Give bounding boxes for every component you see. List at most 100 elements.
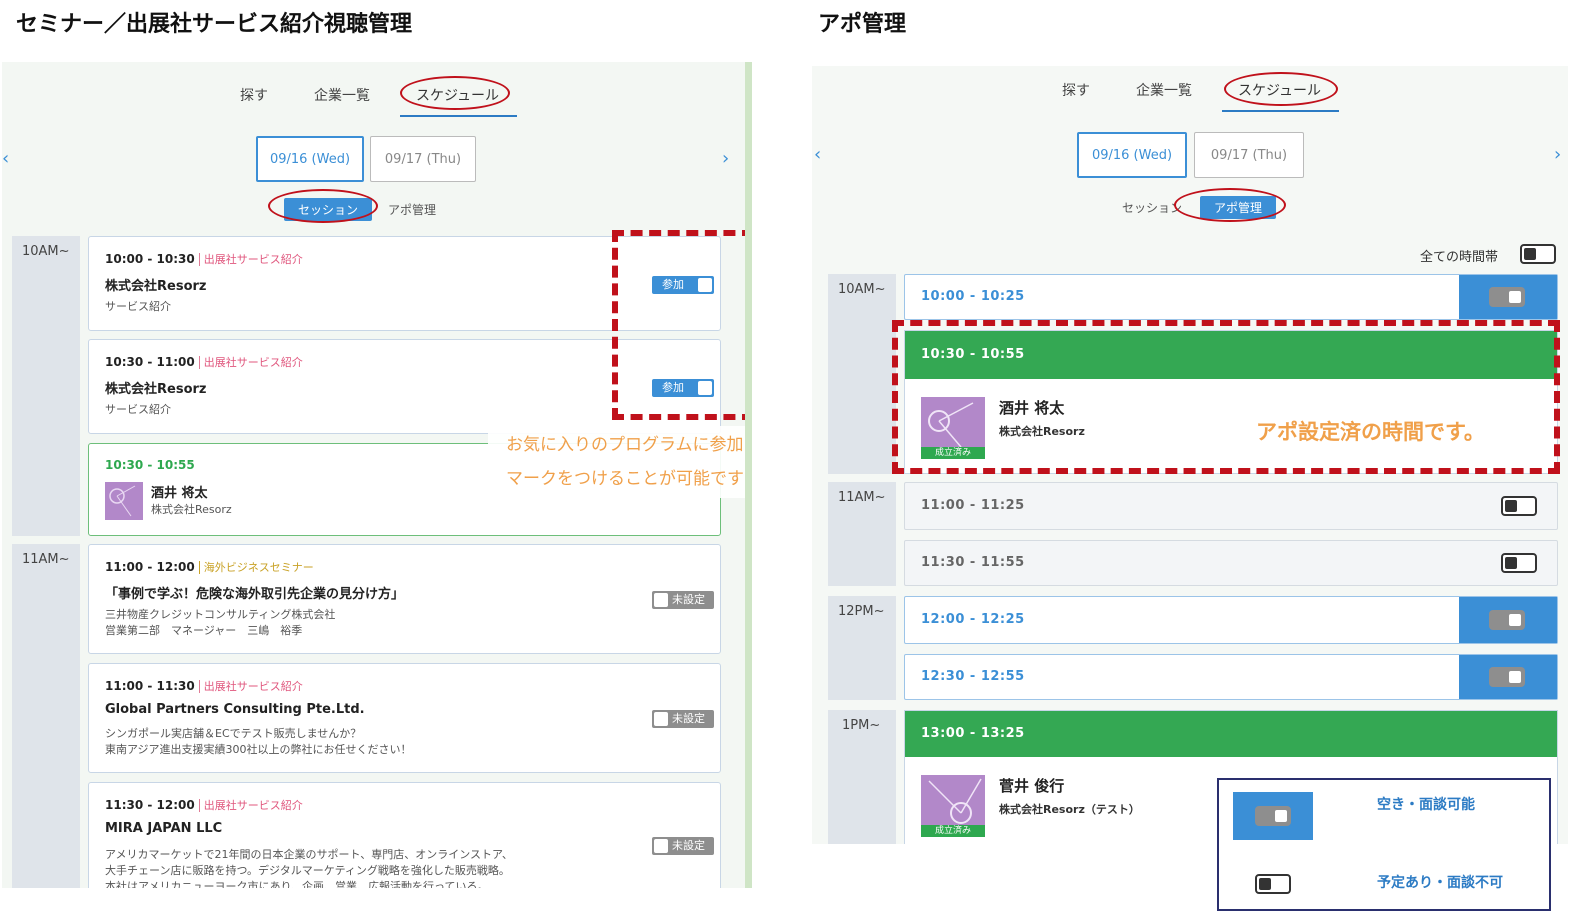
time-label-1pm: 1PM~ [828,710,896,844]
avatar: 成立済み [921,775,985,837]
session-desc: 大手チェーン店に販路を持つ。デジタルマーケティング戦略を強化した販売戦略。 [105,864,510,877]
tab-companies[interactable]: 企業一覧 [314,85,370,113]
date-button-0917[interactable]: 09/17 (Thu) [370,136,476,182]
time-label-11am: 11AM~ [12,544,80,888]
session-time: 10:00 - 10:30 [105,252,195,266]
legend-busy-label: 予定あり・面談不可 [1377,875,1503,891]
date-button-0916[interactable]: 09/16 (Wed) [256,136,364,182]
session-title: MIRA JAPAN LLC [105,821,223,836]
sub-tabs: セッション アポ管理 [1122,196,1277,219]
time-label-11am: 11AM~ [828,482,896,586]
subtab-appo[interactable]: アポ管理 [1200,196,1277,219]
left-heading: セミナー／出展社サービス紹介視聴管理 [16,12,413,37]
slot-toggle[interactable] [1501,553,1537,573]
slot-time: 12:00 - 12:25 [921,612,1025,627]
appointment-slot[interactable]: 12:30 - 12:55 [904,654,1558,700]
company-name: 株式会社Resorz [151,503,232,516]
prev-arrow-icon[interactable]: ‹ [2,148,9,169]
appointment-slot[interactable]: 11:00 - 11:25 [904,482,1558,530]
session-time: 11:00 - 11:30 [105,679,195,693]
status-badge: 成立済み [921,825,985,837]
company-name: 株式会社Resorz [999,425,1085,438]
sub-tabs: セッション アポ管理 [284,198,436,221]
prev-arrow-icon[interactable]: ‹ [814,144,821,165]
seminar-schedule-panel: 探す 企業一覧 スケジュール ‹ › 09/16 (Wed) 09/17 (Th… [2,62,752,888]
session-time: 10:30 - 11:00 [105,355,195,369]
session-type: 出展社サービス紹介 [198,253,303,266]
avatar: 成立済み [921,397,985,459]
slot-toggle[interactable] [1501,496,1537,516]
session-card[interactable]: 10:30 - 11:00 出展社サービス紹介 株式会社Resorz サービス紹介… [88,339,721,434]
person-name: 酒井 将太 [999,399,1065,417]
appointment-time: 10:30 - 10:55 [105,458,195,472]
slot-time: 12:30 - 12:55 [921,669,1025,684]
session-desc: 本社はアメリカニューヨーク市にあり、企画、営業、広報活動を行っている。 [105,880,489,888]
time-label-10am: 10AM~ [828,274,896,474]
right-heading: アポ管理 [818,12,907,37]
all-time-toggle[interactable] [1520,244,1556,264]
slot-toggle[interactable] [1489,610,1525,630]
join-toggle[interactable]: 参加 [652,379,714,397]
session-time: 11:30 - 12:00 [105,798,195,812]
session-time: 11:00 - 12:00 [105,560,195,574]
appointment-slot[interactable]: 10:00 - 10:25 [904,274,1558,320]
avatar [105,482,143,520]
session-desc: 営業第二部 マネージャー 三嶋 裕季 [105,624,303,637]
session-card[interactable]: 11:00 - 12:00 海外ビジネスセミナー 「事例で学ぶ！危険な海外取引先企… [88,544,721,654]
person-name: 酒井 将太 [151,486,208,501]
slot-status-area [1459,655,1557,699]
person-name: 菅井 俊行 [999,777,1065,795]
session-desc: 三井物産クレジットコンサルティング株式会社 [105,608,336,621]
background-decoration [22,152,37,203]
annotation-callout: アポ設定済の時間です。 [1256,420,1485,444]
subtab-session[interactable]: セッション [284,198,373,221]
status-badge: 成立済み [921,447,985,459]
date-button-0916[interactable]: 09/16 (Wed) [1077,132,1187,178]
legend-toggle-icon [1255,874,1291,894]
legend-busy-swatch [1233,860,1313,908]
tab-schedule[interactable]: スケジュール [1221,80,1340,112]
toggle-legend: 空き・面談可能 予定あり・面談不可 [1217,778,1551,911]
session-title: 「事例で学ぶ！危険な海外取引先企業の見分け方」 [105,587,405,602]
annotation-callout: お気に入りのプログラムに参加 マークをつけることが可能です [488,426,752,498]
legend-toggle-icon [1255,806,1291,826]
appointment-slot[interactable]: 12:00 - 12:25 [904,596,1558,644]
next-arrow-icon[interactable]: › [1554,144,1561,165]
appointment-panel: 探す 企業一覧 スケジュール ‹ › 09/16 (Wed) 09/17 (Th… [812,66,1568,844]
unset-toggle[interactable]: 未設定 [652,837,714,855]
session-type: 出展社サービス紹介 [198,799,303,812]
session-desc: 東南アジア進出支援実績300社以上の弊社にお任せください！ [105,743,412,756]
tab-companies[interactable]: 企業一覧 [1136,80,1192,108]
tab-schedule[interactable]: スケジュール [399,85,518,117]
session-type: 出展社サービス紹介 [198,680,303,693]
tab-bar: 探す 企業一覧 スケジュール [1062,80,1340,112]
session-card[interactable]: 11:00 - 11:30 出展社サービス紹介 Global Partners C… [88,663,721,773]
session-card[interactable]: 10:00 - 10:30 出展社サービス紹介 株式会社Resorz サービス紹介… [88,236,721,331]
tab-search[interactable]: 探す [1062,80,1090,108]
date-button-0917[interactable]: 09/17 (Thu) [1194,132,1304,178]
all-time-label: 全ての時間帯 [1420,250,1499,265]
appointment-slot[interactable]: 11:30 - 11:55 [904,540,1558,586]
tab-search[interactable]: 探す [240,85,268,113]
session-card[interactable]: 11:30 - 12:00 出展社サービス紹介 MIRA JAPAN LLC アメ… [88,782,721,888]
session-desc: アメリカマーケットで21年間の日本企業のサポート、専門店、オンラインストア、 [105,848,513,861]
time-label-12pm: 12PM~ [828,596,896,700]
subtab-appo[interactable]: アポ管理 [388,201,436,218]
next-arrow-icon[interactable]: › [722,148,729,169]
unset-toggle[interactable]: 未設定 [652,591,714,609]
slot-time: 11:00 - 11:25 [921,498,1025,513]
legend-available-swatch [1233,792,1313,840]
legend-available-label: 空き・面談可能 [1377,797,1475,813]
booked-appointment[interactable]: 10:30 - 10:55 成立済み 酒井 将太 株式会社Resorz [904,330,1558,474]
slot-time: 10:00 - 10:25 [921,289,1025,304]
slot-toggle[interactable] [1489,667,1525,687]
booked-time: 10:30 - 10:55 [905,331,1557,379]
session-title: Global Partners Consulting Pte.Ltd. [105,702,365,717]
slot-toggle[interactable] [1489,287,1525,307]
subtab-session[interactable]: セッション [1122,199,1182,216]
join-toggle[interactable]: 参加 [652,276,714,294]
slot-status-area [1459,597,1557,643]
tab-bar: 探す 企業一覧 スケジュール [240,85,518,117]
unset-toggle[interactable]: 未設定 [652,710,714,728]
session-title: 株式会社Resorz [105,382,207,397]
